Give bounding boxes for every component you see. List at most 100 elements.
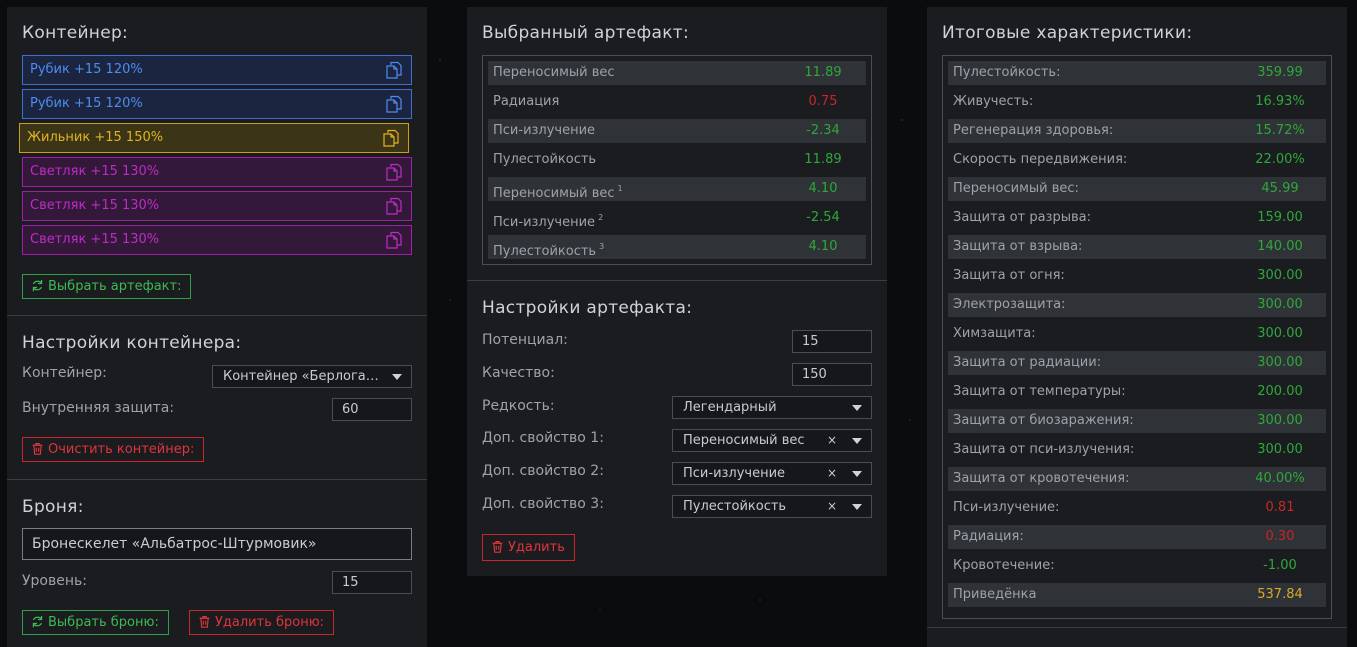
total-name: Защита от биозаражения: — [953, 413, 1134, 428]
total-value: 300.00 — [1257, 413, 1303, 428]
copy-icon[interactable] — [385, 95, 403, 113]
stat-superscript: 1 — [617, 184, 623, 193]
quality-input[interactable]: 150 — [792, 363, 872, 386]
total-value: 300.00 — [1257, 268, 1303, 283]
total-row: Живучесть: 16.93% — [948, 90, 1326, 114]
total-name: Кровотечение: — [953, 558, 1055, 573]
stat-value: -2.54 — [806, 210, 840, 225]
protection-input[interactable]: 60 — [332, 398, 412, 421]
divider — [7, 479, 427, 480]
stat-value: 11.89 — [804, 152, 842, 167]
total-name: Электрозащита: — [953, 297, 1066, 312]
container-slot-label: Рубик +15 120% — [30, 62, 143, 77]
total-name: Защита от взрыва: — [953, 239, 1083, 254]
armor-level-input[interactable]: 15 — [332, 571, 412, 594]
total-row: Пулестойкость: 359.99 — [948, 61, 1326, 85]
container-slot-label: Светляк +15 130% — [30, 164, 160, 179]
total-row: Защита от радиации: 300.00 — [948, 351, 1326, 375]
total-value: 200.00 — [1257, 384, 1303, 399]
clear-icon[interactable]: × — [827, 463, 837, 484]
armor-level-label: Уровень: — [22, 573, 87, 589]
total-name: Защита от разрыва: — [953, 210, 1091, 225]
stat-row: Пси-излучение -2.34 — [488, 119, 866, 143]
protection-label: Внутренняя защита: — [22, 400, 175, 416]
container-slot[interactable]: Рубик +15 120% — [22, 55, 412, 85]
total-value: 40.00% — [1255, 471, 1305, 486]
stat-row: Пси-излучение 2 -2.54 — [488, 206, 866, 230]
potential-input[interactable]: 15 — [792, 330, 872, 353]
container-slot[interactable]: Светляк +15 130% — [22, 191, 412, 221]
copy-icon[interactable] — [385, 197, 403, 215]
container-slot[interactable]: Светляк +15 130% — [22, 225, 412, 255]
total-value: -1.00 — [1263, 558, 1297, 573]
total-row: Защита от биозаражения: 300.00 — [948, 409, 1326, 433]
total-name: Переносимый вес: — [953, 181, 1079, 196]
clear-icon[interactable]: × — [827, 496, 837, 517]
middle-panel: Выбранный артефакт: Переносимый вес 11.89… — [467, 7, 887, 576]
delete-armor-button[interactable]: Удалить броню: — [189, 610, 335, 635]
container-slot-label: Светляк +15 130% — [30, 232, 160, 247]
total-value: 300.00 — [1257, 442, 1303, 457]
extra2-select[interactable]: Пси-излучение × — [672, 462, 872, 485]
total-value: 300.00 — [1257, 297, 1303, 312]
copy-icon[interactable] — [385, 231, 403, 249]
container-slot[interactable]: Рубик +15 120% — [22, 89, 412, 119]
rarity-select[interactable]: Легендарный — [672, 396, 872, 419]
stat-value: 4.10 — [808, 239, 838, 254]
refresh-icon — [32, 615, 43, 628]
armor-title: Броня: — [22, 497, 84, 517]
copy-icon[interactable] — [385, 163, 403, 181]
stat-value: -2.34 — [806, 123, 840, 138]
total-name: Защита от температуры: — [953, 384, 1126, 399]
refresh-icon — [32, 279, 43, 292]
container-slot[interactable]: Светляк +15 130% — [22, 157, 412, 187]
extra2-label: Доп. свойство 2: — [482, 463, 604, 479]
chevron-down-icon — [852, 405, 862, 411]
stat-name: Переносимый вес — [493, 65, 615, 80]
total-row: Защита от разрыва: 159.00 — [948, 206, 1326, 230]
total-value: 45.99 — [1261, 181, 1299, 196]
extra3-label: Доп. свойство 3: — [482, 496, 604, 512]
stat-name: Пулестойкость — [493, 152, 597, 167]
rarity-label: Редкость: — [482, 398, 555, 414]
stat-row: Радиация 0.75 — [488, 90, 866, 114]
clear-container-label: Очистить контейнер: — [48, 442, 195, 457]
totals-stats: Пулестойкость: 359.99 Живучесть: 16.93% Реге… — [942, 55, 1332, 619]
chevron-down-icon — [852, 471, 862, 477]
extra1-select[interactable]: Переносимый вес × — [672, 429, 872, 452]
total-name: Приведёнка — [953, 587, 1037, 602]
select-armor-button[interactable]: Выбрать броню: — [22, 610, 169, 635]
delete-artifact-button[interactable]: Удалить — [482, 534, 575, 561]
total-name: Живучесть: — [953, 94, 1034, 109]
container-slot-label: Светляк +15 130% — [30, 198, 160, 213]
divider — [927, 627, 1347, 628]
artifact-settings-title: Настройки артефакта: — [482, 298, 693, 318]
clear-icon[interactable]: × — [827, 430, 837, 451]
totals-title: Итоговые характеристики: — [942, 23, 1193, 43]
clear-container-button[interactable]: Очистить контейнер: — [22, 437, 205, 462]
total-row: Приведёнка 537.84 — [948, 583, 1326, 607]
container-slot[interactable]: Жильник +15 150% — [19, 123, 409, 153]
trash-icon — [492, 541, 503, 553]
stat-row: Пулестойкость 11.89 — [488, 148, 866, 172]
divider — [7, 315, 427, 316]
total-value: 359.99 — [1257, 65, 1303, 80]
copy-icon[interactable] — [382, 129, 400, 147]
stat-name: Переносимый вес 1 — [493, 184, 623, 201]
select-artifact-button[interactable]: Выбрать артефакт: — [22, 274, 192, 299]
total-value: 300.00 — [1257, 355, 1303, 370]
container-select[interactable]: Контейнер «Берлога… — [212, 365, 412, 388]
armor-name-field[interactable]: Бронескелет «Альбатрос-Штурмовик» — [22, 528, 412, 560]
extra2-value: Пси-излучение — [683, 466, 786, 481]
stat-superscript: 3 — [599, 242, 605, 251]
total-row: Радиация: 0.30 — [948, 525, 1326, 549]
copy-icon[interactable] — [385, 61, 403, 79]
container-select-value: Контейнер «Берлога… — [223, 369, 379, 384]
container-title: Контейнер: — [22, 23, 129, 43]
stat-value: 11.89 — [804, 65, 842, 80]
stat-row: Переносимый вес 1 4.10 — [488, 177, 866, 201]
total-row: Скорость передвижения: 22.00% — [948, 148, 1326, 172]
stat-value: 4.10 — [808, 181, 838, 196]
selected-artifact-stats: Переносимый вес 11.89 Радиация 0.75 Пси-излу… — [482, 55, 872, 265]
extra3-select[interactable]: Пулестойкость × — [672, 495, 872, 518]
